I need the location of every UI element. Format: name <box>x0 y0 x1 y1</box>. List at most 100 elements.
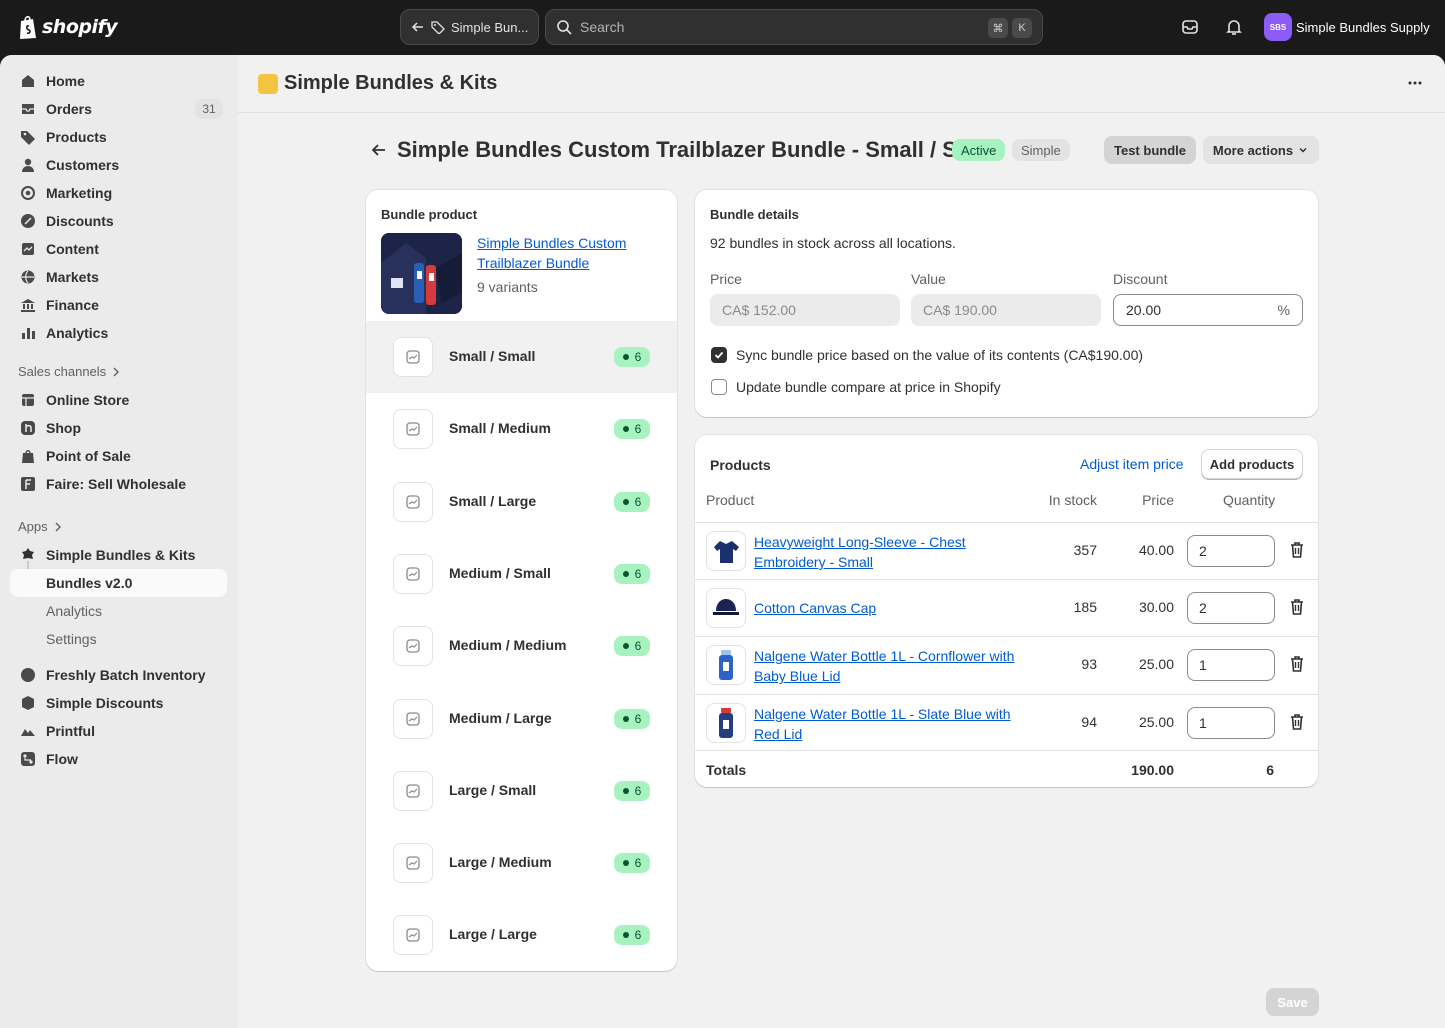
sidebar-item-bundles-v2[interactable]: Bundles v2.0 <box>10 569 227 597</box>
discount-input[interactable]: 20.00 % <box>1113 294 1303 326</box>
admin-frame: Home Orders 31 Products Customers Market… <box>0 55 1445 1028</box>
globe-icon <box>21 270 35 284</box>
sidebar-item-finance[interactable]: Finance <box>10 291 227 319</box>
sidebar-item-label: Flow <box>46 751 78 767</box>
search-icon <box>557 20 572 35</box>
chevron-right-icon <box>113 367 120 376</box>
sidebar-item-content[interactable]: Content <box>10 235 227 263</box>
variant-count-badge: 6 <box>614 563 650 584</box>
value-field: CA$ 190.00 <box>911 294 1101 326</box>
variant-count: 6 <box>634 494 642 509</box>
sidebar-item-shop[interactable]: Shop <box>10 414 227 442</box>
quantity-input[interactable]: 1 <box>1187 649 1275 682</box>
table-row: Nalgene Water Bottle 1L - Cornflower wit… <box>695 636 1318 693</box>
chart-icon <box>22 328 35 339</box>
tag-icon <box>431 21 445 34</box>
variant-label: Small / Small <box>449 348 536 364</box>
sidebar-item-faire[interactable]: Faire: Sell Wholesale <box>10 470 227 498</box>
variant-row[interactable]: Small / Large 6 <box>366 466 677 538</box>
bundle-product-link[interactable]: Simple Bundles Custom Trailblazer Bundle <box>477 233 657 273</box>
sync-price-option[interactable]: Sync bundle price based on the value of … <box>711 347 1143 363</box>
sales-channels-heading[interactable]: Sales channels <box>18 364 120 379</box>
sync-price-checkbox[interactable] <box>711 347 727 363</box>
app-icon <box>22 696 34 710</box>
variant-row[interactable]: Large / Small 6 <box>366 755 677 827</box>
app-back-button[interactable]: Simple Bun... <box>400 9 539 45</box>
sidebar-item-home[interactable]: Home <box>10 67 227 95</box>
trash-icon[interactable] <box>1289 541 1305 559</box>
kbd-k: K <box>1012 18 1032 38</box>
sidebar-item-freshly[interactable]: Freshly Batch Inventory <box>10 661 227 689</box>
totals-label: Totals <box>706 762 747 778</box>
sidebar-item-flow[interactable]: Flow <box>10 745 227 773</box>
product-link[interactable]: Cotton Canvas Cap <box>754 598 1039 618</box>
sidebar-item-orders[interactable]: Orders 31 <box>10 95 227 123</box>
status-dot <box>622 426 629 433</box>
variant-label: Medium / Small <box>449 564 551 581</box>
sidebar-item-customers[interactable]: Customers <box>10 151 227 179</box>
test-bundle-button[interactable]: Test bundle <box>1104 136 1196 164</box>
bell-icon[interactable] <box>1224 17 1244 37</box>
status-badge-active: Active <box>952 139 1006 161</box>
variant-count: 6 <box>634 783 642 798</box>
bundle-details-card: Bundle details 92 bundles in stock acros… <box>695 190 1318 417</box>
compare-price-option[interactable]: Update bundle compare at price in Shopif… <box>711 379 1001 395</box>
sidebar-item-point-of-sale[interactable]: Point of Sale <box>10 442 227 470</box>
sidebar-item-online-store[interactable]: Online Store <box>10 386 227 414</box>
variant-count: 6 <box>634 711 642 726</box>
variant-row[interactable]: Large / Large 6 <box>366 899 677 971</box>
product-link[interactable]: Heavyweight Long-Sleeve - Chest Embroide… <box>754 532 1039 572</box>
quantity-input[interactable]: 2 <box>1187 535 1275 567</box>
sidebar-item-label: Freshly Batch Inventory <box>46 667 206 683</box>
apps-label: Apps <box>18 519 48 534</box>
variant-row[interactable]: Small / Small 6 <box>366 321 677 393</box>
product-price: 40.00 <box>1138 542 1174 558</box>
sidebar-item-discounts[interactable]: Discounts <box>10 207 227 235</box>
arrow-left-icon <box>411 22 423 32</box>
sidebar-item-printful[interactable]: Printful <box>10 717 227 745</box>
more-actions-button[interactable]: More actions <box>1203 136 1319 164</box>
sidebar-item-analytics[interactable]: Analytics <box>10 319 227 347</box>
store-menu[interactable]: SBS Simple Bundles Supply <box>1264 13 1430 41</box>
shopify-logo[interactable]: shopify <box>18 14 118 40</box>
variant-count: 6 <box>634 856 642 871</box>
arrow-left-icon[interactable] <box>370 141 388 159</box>
adjust-item-price-link[interactable]: Adjust item price <box>1080 456 1183 472</box>
quantity-input[interactable]: 2 <box>1187 592 1275 625</box>
sidebar-item-app-settings[interactable]: Settings <box>10 625 227 653</box>
product-link[interactable]: Nalgene Water Bottle 1L - Slate Blue wit… <box>754 704 1039 744</box>
product-price: 30.00 <box>1138 599 1174 616</box>
inbox-icon[interactable] <box>1180 17 1200 37</box>
totals-row: Totals 190.00 6 <box>695 750 1318 787</box>
search-bar[interactable]: Search ⌘ K <box>545 9 1043 45</box>
trash-icon[interactable] <box>1289 598 1305 616</box>
table-row: Cotton Canvas Cap 185 30.00 2 <box>695 579 1318 636</box>
variant-row[interactable]: Small / Medium 6 <box>366 393 677 465</box>
variant-count: 6 <box>634 566 642 581</box>
save-button[interactable]: Save <box>1266 988 1319 1016</box>
sidebar-item-products[interactable]: Products <box>10 123 227 151</box>
variant-row[interactable]: Medium / Large 6 <box>366 683 677 755</box>
sidebar-item-markets[interactable]: Markets <box>10 263 227 291</box>
variant-row[interactable]: Large / Medium 6 <box>366 827 677 899</box>
variant-row[interactable]: Medium / Medium 6 <box>366 610 677 682</box>
add-products-button[interactable]: Add products <box>1201 449 1303 479</box>
sidebar-item-simple-bundles[interactable]: Simple Bundles & Kits <box>10 541 227 569</box>
trash-icon[interactable] <box>1289 655 1305 673</box>
image-placeholder-icon <box>393 481 433 522</box>
apps-heading[interactable]: Apps <box>18 519 62 534</box>
variant-row[interactable]: Medium / Small 6 <box>366 538 677 610</box>
bundle-product-image <box>381 233 462 314</box>
app-title-text: Simple Bundles & Kits <box>284 72 498 94</box>
sidebar-item-simple-discounts[interactable]: Simple Discounts <box>10 689 227 717</box>
compare-price-checkbox[interactable] <box>711 379 727 395</box>
status-dot <box>622 354 629 360</box>
kbd-cmd: ⌘ <box>988 18 1008 38</box>
quantity-input[interactable]: 1 <box>1187 706 1275 739</box>
bundle-photo <box>381 233 462 314</box>
trash-icon[interactable] <box>1289 713 1305 731</box>
sidebar-item-marketing[interactable]: Marketing <box>10 179 227 207</box>
more-horizontal-icon[interactable] <box>1407 75 1423 91</box>
product-link[interactable]: Nalgene Water Bottle 1L - Cornflower wit… <box>754 646 1039 686</box>
sidebar-item-app-analytics[interactable]: Analytics <box>10 597 227 625</box>
